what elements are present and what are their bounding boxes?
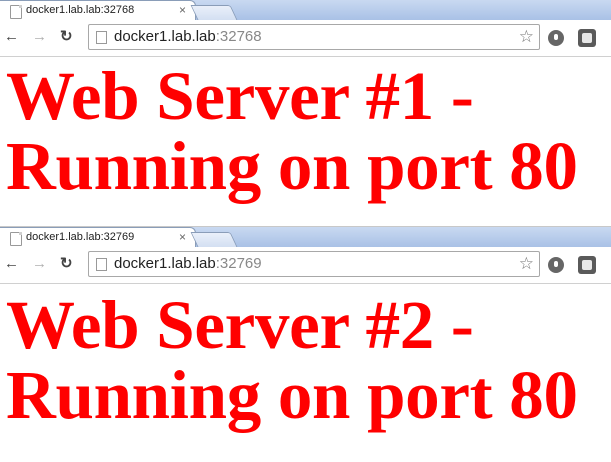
tab-active[interactable]: docker1.lab.lab:32769 × — [0, 227, 196, 247]
tab-title: docker1.lab.lab:32769 — [26, 231, 135, 243]
bookmark-star-icon[interactable]: ☆ — [519, 27, 534, 47]
browser-toolbar: ← → ↻ docker1.lab.lab:32768 ☆ — [0, 20, 611, 57]
extension-lightbulb-icon[interactable] — [548, 257, 564, 273]
address-bar[interactable]: docker1.lab.lab:32768 ☆ — [88, 24, 540, 50]
close-tab-icon[interactable]: × — [179, 230, 186, 244]
forward-arrow-icon[interactable]: → — [32, 28, 47, 46]
url-text[interactable]: docker1.lab.lab:32768 — [114, 28, 262, 45]
url-port: :32769 — [215, 255, 262, 272]
browser-window-1: docker1.lab.lab:32768 × ← → ↻ docker1.la… — [0, 0, 611, 227]
tab-active[interactable]: docker1.lab.lab:32768 × — [0, 0, 196, 20]
back-arrow-icon[interactable]: ← — [4, 28, 19, 46]
page-content: Web Server #2 - Running on port 80 — [0, 284, 611, 430]
url-port: :32768 — [215, 28, 262, 45]
forward-arrow-icon[interactable]: → — [32, 255, 47, 273]
reload-icon[interactable]: ↻ — [60, 255, 73, 273]
tab-title: docker1.lab.lab:32768 — [26, 4, 135, 16]
page-heading: Web Server #2 - Running on port 80 — [6, 287, 578, 433]
page-favicon-icon — [10, 5, 22, 19]
browser-toolbar: ← → ↻ docker1.lab.lab:32769 ☆ — [0, 247, 611, 284]
address-bar[interactable]: docker1.lab.lab:32769 ☆ — [88, 251, 540, 277]
page-favicon-icon — [10, 232, 22, 246]
reload-icon[interactable]: ↻ — [60, 28, 73, 46]
back-arrow-icon[interactable]: ← — [4, 255, 19, 273]
new-tab-button[interactable] — [190, 5, 238, 20]
extension-square-icon[interactable] — [578, 29, 596, 47]
extension-lightbulb-icon[interactable] — [548, 30, 564, 46]
tab-strip: docker1.lab.lab:32769 × — [0, 227, 611, 247]
extension-square-icon[interactable] — [578, 256, 596, 274]
page-icon — [96, 258, 107, 271]
page-heading: Web Server #1 - Running on port 80 — [6, 58, 578, 204]
browser-window-2: docker1.lab.lab:32769 × ← → ↻ docker1.la… — [0, 227, 611, 462]
close-tab-icon[interactable]: × — [179, 3, 186, 17]
url-host: docker1.lab.lab — [114, 28, 216, 45]
new-tab-button[interactable] — [190, 232, 238, 247]
bookmark-star-icon[interactable]: ☆ — [519, 254, 534, 274]
tab-strip: docker1.lab.lab:32768 × — [0, 0, 611, 20]
url-text[interactable]: docker1.lab.lab:32769 — [114, 255, 262, 272]
url-host: docker1.lab.lab — [114, 255, 216, 272]
page-icon — [96, 31, 107, 44]
page-content: Web Server #1 - Running on port 80 — [0, 57, 611, 201]
